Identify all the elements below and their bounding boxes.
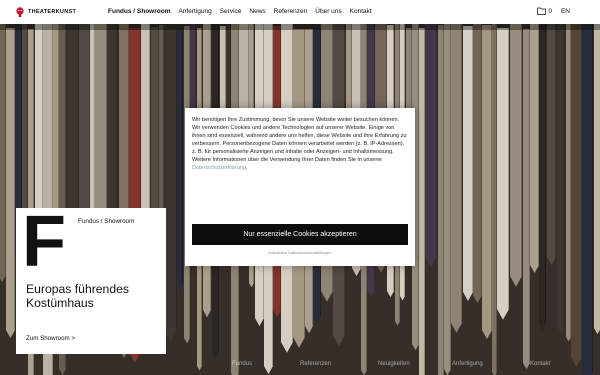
card-label: Fundus / Showroom <box>78 218 135 225</box>
main-nav: Fundus / Showroom Anfertigung Service Ne… <box>108 8 380 15</box>
bottom-tab-referenzen[interactable]: Referenzen <box>300 361 331 367</box>
nav-referenzen[interactable]: Referenzen <box>274 8 308 15</box>
nav-fundus-showroom[interactable]: Fundus / Showroom <box>108 8 170 15</box>
site-header: THEATERKUNST Fundus / Showroom Anfertigu… <box>0 0 600 24</box>
nav-ueber-uns[interactable]: Über uns <box>315 8 341 15</box>
logo-text: THEATERKUNST <box>28 9 77 15</box>
card-letter: F <box>22 202 66 282</box>
nav-kontakt[interactable]: Kontakt <box>350 8 372 15</box>
privacy-policy-link[interactable]: Datenschutzerklärung <box>192 165 246 171</box>
cookie-consent-dialog: Wir benötigen Ihre Zustimmung, bevor Sie… <box>185 108 415 266</box>
bottom-tab-anfertigung[interactable]: Anfertigung <box>452 361 483 367</box>
logo[interactable]: THEATERKUNST <box>16 7 76 17</box>
nav-anfertigung[interactable]: Anfertigung <box>178 8 211 15</box>
consent-text-end: . <box>245 165 248 171</box>
consent-body: Wir benötigen Ihre Zustimmung, bevor Sie… <box>192 117 407 163</box>
fundus-card: F Fundus / Showroom Europas führendes Ko… <box>16 202 166 354</box>
header-actions: 0 EN <box>537 7 570 15</box>
nav-news[interactable]: News <box>249 8 265 15</box>
nav-service[interactable]: Service <box>220 8 242 15</box>
folder-icon <box>537 7 547 15</box>
accept-essential-cookies-button[interactable]: Nur essenzielle Cookies akzeptieren <box>192 224 408 245</box>
bottom-tabs: Fundus Referenzen Neuigkeiten Anfertigun… <box>0 361 600 375</box>
logo-mask-icon <box>16 7 24 17</box>
cart-count: 0 <box>548 7 552 15</box>
language-switch[interactable]: EN <box>561 8 570 15</box>
consent-text: Wir benötigen Ihre Zustimmung, bevor Sie… <box>192 116 408 172</box>
bottom-tab-neuigkeiten[interactable]: Neuigkeiten <box>378 361 410 367</box>
card-headline: Europas führendes Kostümhaus <box>26 282 129 310</box>
privacy-settings-link[interactable]: Individuelle Datenschutzeinstellungen <box>185 251 415 255</box>
bottom-tab-kontakt[interactable]: Kontakt <box>530 361 550 367</box>
cart-button[interactable]: 0 <box>537 7 552 15</box>
bottom-tab-fundus[interactable]: Fundus <box>232 361 252 367</box>
showroom-link[interactable]: Zum Showroom > <box>26 335 75 342</box>
